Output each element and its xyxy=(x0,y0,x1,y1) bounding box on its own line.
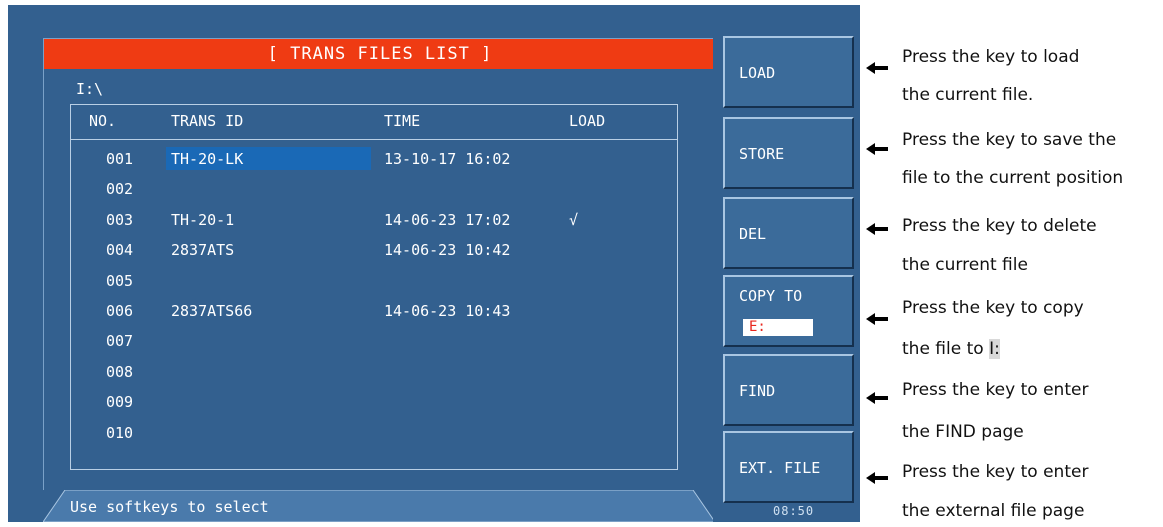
column-header-trans-id: TRANS ID xyxy=(171,112,244,130)
file-time: 13-10-17 16:02 xyxy=(384,150,511,168)
copy-note-text: the file to xyxy=(902,339,990,359)
load-note-line-1: Press the key to load xyxy=(902,47,1080,67)
store-softkey[interactable]: STORE xyxy=(723,117,854,189)
arrow-left-icon xyxy=(866,313,888,325)
table-row[interactable]: 001 TH-20-LK 13-10-17 16:02 xyxy=(71,145,677,173)
find-note-line-2: the FIND page xyxy=(902,422,1024,442)
copy-to-softkey-label: COPY TO xyxy=(739,287,803,305)
delete-softkey[interactable]: DEL xyxy=(723,197,854,269)
column-header-no: NO. xyxy=(89,112,117,130)
ext-file-note-line-2: the external file page xyxy=(902,501,1085,521)
row-number: 010 xyxy=(106,424,134,442)
load-softkey[interactable]: LOAD xyxy=(723,36,854,108)
instrument-screen: [ TRANS FILES LIST ] I:\ NO. TRANS ID TI… xyxy=(8,5,717,522)
table-row[interactable]: 003 TH-20-1 14-06-23 17:02 √ xyxy=(71,206,677,234)
store-softkey-label: STORE xyxy=(739,145,785,163)
row-number: 006 xyxy=(106,302,134,320)
table-row[interactable]: 004 2837ATS 14-06-23 10:42 xyxy=(71,236,677,264)
ext-file-softkey[interactable]: EXT. FILE xyxy=(723,431,854,503)
row-number: 001 xyxy=(106,150,134,168)
delete-note-line-2: the current file xyxy=(902,255,1028,275)
copy-to-softkey[interactable]: COPY TO E: xyxy=(723,275,854,347)
find-note-line-1: Press the key to enter xyxy=(902,380,1089,400)
list-title: [ TRANS FILES LIST ] xyxy=(44,39,716,69)
trans-id: 2837ATS xyxy=(171,241,235,259)
trans-id: 2837ATS66 xyxy=(171,302,253,320)
table-row[interactable]: 008 xyxy=(71,358,677,386)
copy-note-line-1: Press the key to copy xyxy=(902,298,1084,318)
copy-note-target: I: xyxy=(989,339,1000,359)
find-softkey-label: FIND xyxy=(739,382,776,400)
row-number: 002 xyxy=(106,180,134,198)
table-row[interactable]: 002 xyxy=(71,175,677,203)
file-time: 14-06-23 10:43 xyxy=(384,302,511,320)
arrow-left-icon xyxy=(866,223,888,235)
copy-note-line-2: the file to I: xyxy=(902,339,1000,359)
find-softkey[interactable]: FIND xyxy=(723,354,854,426)
ext-file-note-line-1: Press the key to enter xyxy=(902,462,1089,482)
column-header-load: LOAD xyxy=(569,112,606,130)
load-mark: √ xyxy=(569,211,579,229)
softkey-panel: LOAD STORE DEL COPY TO E: FIND EXT. FILE… xyxy=(713,5,860,522)
arrow-left-icon xyxy=(866,392,888,404)
delete-note-line-1: Press the key to delete xyxy=(902,216,1097,236)
copy-target-drive: E: xyxy=(743,319,813,336)
arrow-left-icon xyxy=(866,62,888,74)
current-path: I:\ xyxy=(76,80,104,98)
table-row[interactable]: 010 xyxy=(71,419,677,447)
row-number: 007 xyxy=(106,332,134,350)
row-number: 005 xyxy=(106,272,134,290)
ext-file-softkey-label: EXT. FILE xyxy=(739,459,821,477)
file-time: 14-06-23 17:02 xyxy=(384,211,511,229)
trans-id: TH-20-1 xyxy=(171,211,235,229)
store-note-line-2: file to the current position xyxy=(902,168,1124,188)
status-message: Use softkeys to select xyxy=(70,498,269,516)
row-number: 008 xyxy=(106,363,134,381)
load-note-line-2: the current file. xyxy=(902,85,1034,105)
column-header-time: TIME xyxy=(384,112,421,130)
file-table: NO. TRANS ID TIME LOAD 001 TH-20-LK 13-1… xyxy=(70,104,678,470)
load-softkey-label: LOAD xyxy=(739,64,776,82)
arrow-left-icon xyxy=(866,143,888,155)
row-number: 003 xyxy=(106,211,134,229)
file-time: 14-06-23 10:42 xyxy=(384,241,511,259)
trans-id: TH-20-LK xyxy=(171,150,244,168)
table-row[interactable]: 009 xyxy=(71,388,677,416)
row-number: 004 xyxy=(106,241,134,259)
trans-files-list-window: [ TRANS FILES LIST ] I:\ NO. TRANS ID TI… xyxy=(43,38,717,492)
arrow-left-icon xyxy=(866,472,888,484)
clock: 08:50 xyxy=(773,504,815,518)
row-number: 009 xyxy=(106,393,134,411)
table-row[interactable]: 006 2837ATS66 14-06-23 10:43 xyxy=(71,297,677,325)
table-row[interactable]: 007 xyxy=(71,327,677,355)
table-row[interactable]: 005 xyxy=(71,267,677,295)
delete-softkey-label: DEL xyxy=(739,225,767,243)
store-note-line-1: Press the key to save the xyxy=(902,130,1117,150)
header-divider xyxy=(71,139,677,140)
